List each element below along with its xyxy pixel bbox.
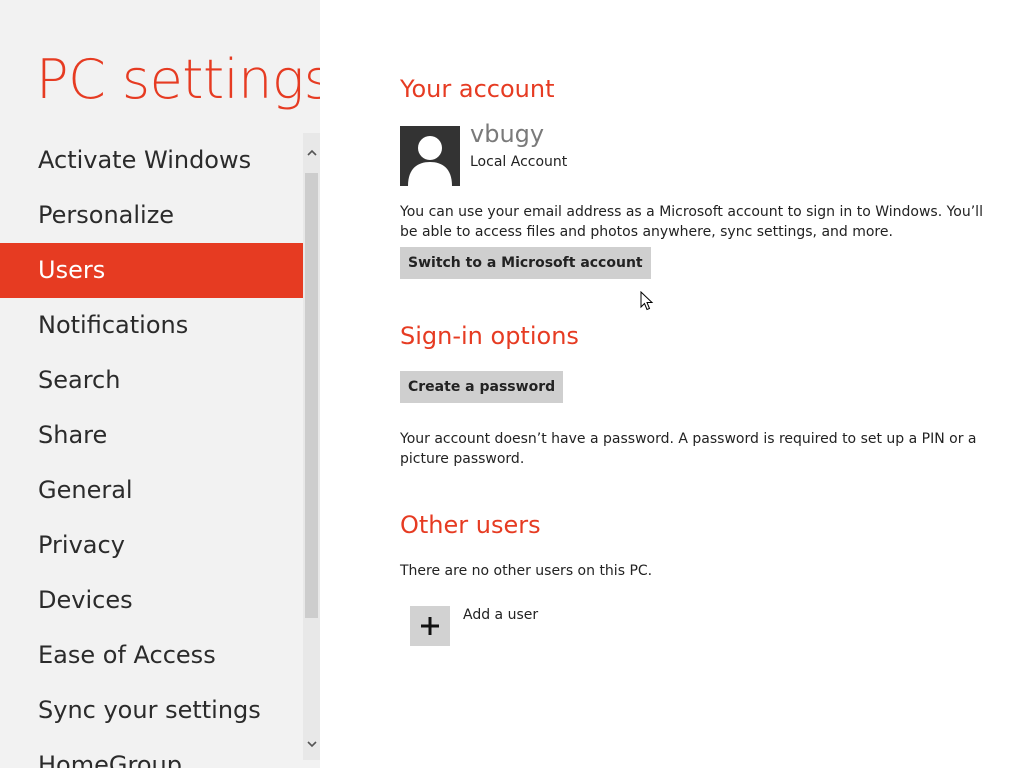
microsoft-account-description: You can use your email address as a Micr… <box>400 204 983 240</box>
nav-item-privacy[interactable]: Privacy <box>0 518 303 573</box>
add-user-label[interactable]: Add a user <box>463 607 538 623</box>
no-other-users-note: There are no other users on this PC. <box>400 563 653 579</box>
your-account-heading: Your account <box>400 75 555 103</box>
nav-item-users[interactable]: Users <box>0 243 303 298</box>
nav-item-homegroup[interactable]: HomeGroup <box>0 738 303 768</box>
scroll-down-chevron-icon[interactable] <box>303 738 320 755</box>
mouse-pointer-icon <box>640 291 654 311</box>
app-title: PC settings <box>36 48 320 111</box>
plus-icon <box>421 617 439 635</box>
nav-scrollbar[interactable] <box>303 133 320 760</box>
nav-item-sync-your-settings[interactable]: Sync your settings <box>0 683 303 738</box>
nav-item-activate-windows[interactable]: Activate Windows <box>0 133 303 188</box>
user-avatar-icon <box>400 126 460 186</box>
switch-to-microsoft-account-button[interactable]: Switch to a Microsoft account <box>400 247 651 279</box>
chevron-down-icon <box>306 741 317 748</box>
nav-item-notifications[interactable]: Notifications <box>0 298 303 353</box>
nav-item-personalize[interactable]: Personalize <box>0 188 303 243</box>
user-name: vbugy <box>470 120 545 148</box>
add-user-button[interactable] <box>410 606 450 646</box>
create-password-button[interactable]: Create a password <box>400 371 564 403</box>
users-settings-content: Your account vbugy Local Account You can… <box>400 0 1000 768</box>
nav-item-general[interactable]: General <box>0 463 303 518</box>
pc-settings-screen: PC settings Activate Windows Personalize… <box>0 0 1024 768</box>
scroll-up-chevron-icon[interactable] <box>303 147 320 164</box>
nav-item-ease-of-access[interactable]: Ease of Access <box>0 628 303 683</box>
password-note: Your account doesn’t have a password. A … <box>400 431 977 467</box>
user-account-type: Local Account <box>470 154 568 170</box>
scroll-thumb[interactable] <box>305 173 318 618</box>
other-users-heading: Other users <box>400 511 541 539</box>
nav-item-share[interactable]: Share <box>0 408 303 463</box>
nav-item-devices[interactable]: Devices <box>0 573 303 628</box>
chevron-up-icon <box>306 149 317 156</box>
sign-in-options-heading: Sign-in options <box>400 322 579 350</box>
person-silhouette-icon <box>408 136 452 186</box>
nav-item-search[interactable]: Search <box>0 353 303 408</box>
nav-pane: PC settings Activate Windows Personalize… <box>0 0 320 768</box>
nav-list: Activate Windows Personalize Users Notif… <box>0 133 303 768</box>
